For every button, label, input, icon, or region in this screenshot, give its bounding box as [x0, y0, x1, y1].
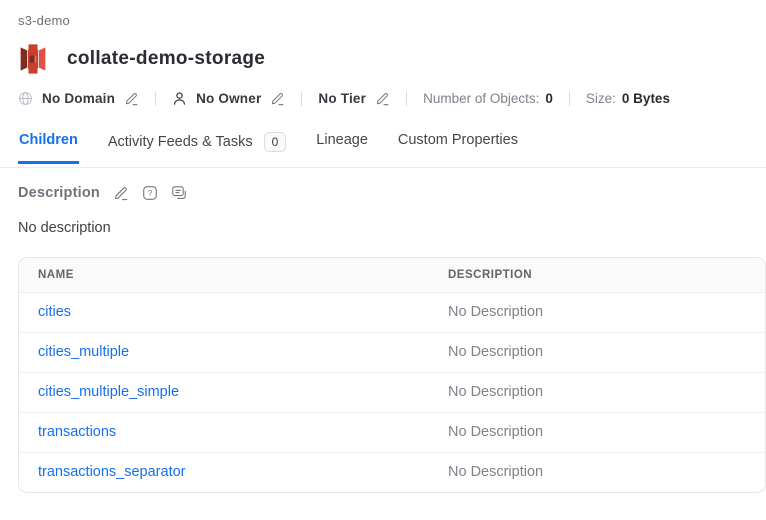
size-meta: Size: 0 Bytes — [586, 91, 670, 106]
row-description: No Description — [429, 413, 765, 453]
edit-tier-button[interactable] — [375, 91, 390, 106]
tab-lineage[interactable]: Lineage — [315, 132, 369, 164]
question-icon: ? — [142, 185, 158, 201]
s3-bucket-icon — [18, 44, 48, 74]
divider — [569, 92, 570, 106]
container-link-cities-multiple-simple[interactable]: cities_multiple_simple — [38, 384, 179, 400]
description-header: Description ? — [18, 185, 766, 201]
row-description: No Description — [429, 373, 765, 413]
edit-description-button[interactable] — [113, 185, 129, 201]
user-icon — [172, 91, 187, 106]
table-row: cities_multiple_simple No Description — [19, 373, 765, 413]
objects-label: Number of Objects: — [423, 91, 539, 106]
request-description-button[interactable]: ? — [142, 185, 158, 201]
column-header-description: DESCRIPTION — [429, 258, 765, 293]
row-description: No Description — [429, 293, 765, 333]
pencil-icon — [270, 91, 285, 106]
tier-meta: No Tier — [318, 91, 390, 106]
description-empty-text: No description — [18, 220, 766, 236]
entity-header: collate-demo-storage — [18, 44, 766, 74]
entity-meta-row: No Domain No Owner No Tier — [18, 91, 766, 106]
breadcrumb-service-link[interactable]: s3-demo — [18, 13, 70, 28]
table-header-row: NAME DESCRIPTION — [19, 258, 765, 293]
globe-icon — [18, 91, 33, 106]
edit-owner-button[interactable] — [270, 91, 285, 106]
divider — [406, 92, 407, 106]
page-title: collate-demo-storage — [67, 48, 265, 70]
comments-button[interactable] — [171, 185, 187, 201]
owner-meta: No Owner — [172, 91, 285, 106]
objects-value: 0 — [545, 91, 553, 106]
tab-label: Activity Feeds & Tasks — [108, 134, 253, 150]
tier-label: No Tier — [318, 91, 366, 106]
domain-label: No Domain — [42, 91, 115, 106]
breadcrumb: s3-demo — [18, 13, 766, 28]
tab-activity-feeds[interactable]: Activity Feeds & Tasks 0 — [107, 132, 287, 168]
column-header-name: NAME — [19, 258, 429, 293]
table-row: cities_multiple No Description — [19, 333, 765, 373]
children-table: NAME DESCRIPTION cities No Description c… — [18, 257, 766, 493]
svg-text:?: ? — [148, 189, 153, 198]
tab-custom-properties[interactable]: Custom Properties — [397, 132, 519, 164]
container-link-cities[interactable]: cities — [38, 304, 71, 320]
container-link-cities-multiple[interactable]: cities_multiple — [38, 344, 129, 360]
objects-meta: Number of Objects: 0 — [423, 91, 553, 106]
domain-meta: No Domain — [18, 91, 139, 106]
container-link-transactions[interactable]: transactions — [38, 424, 116, 440]
tab-children[interactable]: Children — [18, 132, 79, 164]
tab-label: Lineage — [316, 132, 368, 148]
row-description: No Description — [429, 333, 765, 373]
comments-icon — [171, 185, 187, 201]
size-label: Size: — [586, 91, 616, 106]
edit-domain-button[interactable] — [124, 91, 139, 106]
table-row: transactions_separator No Description — [19, 453, 765, 493]
divider — [301, 92, 302, 106]
tab-label: Children — [19, 132, 78, 148]
activity-count-badge: 0 — [264, 132, 287, 152]
table-row: cities No Description — [19, 293, 765, 333]
owner-label: No Owner — [196, 91, 261, 106]
divider — [155, 92, 156, 106]
tab-bar: Children Activity Feeds & Tasks 0 Lineag… — [0, 132, 766, 168]
size-value: 0 Bytes — [622, 91, 670, 106]
pencil-icon — [375, 91, 390, 106]
description-label: Description — [18, 185, 100, 201]
container-link-transactions-separator[interactable]: transactions_separator — [38, 464, 186, 480]
row-description: No Description — [429, 453, 765, 493]
pencil-icon — [124, 91, 139, 106]
table-row: transactions No Description — [19, 413, 765, 453]
container-details-page: s3-demo collate-demo-storage No Domain — [0, 0, 766, 493]
tab-label: Custom Properties — [398, 132, 518, 148]
pencil-icon — [113, 185, 129, 201]
